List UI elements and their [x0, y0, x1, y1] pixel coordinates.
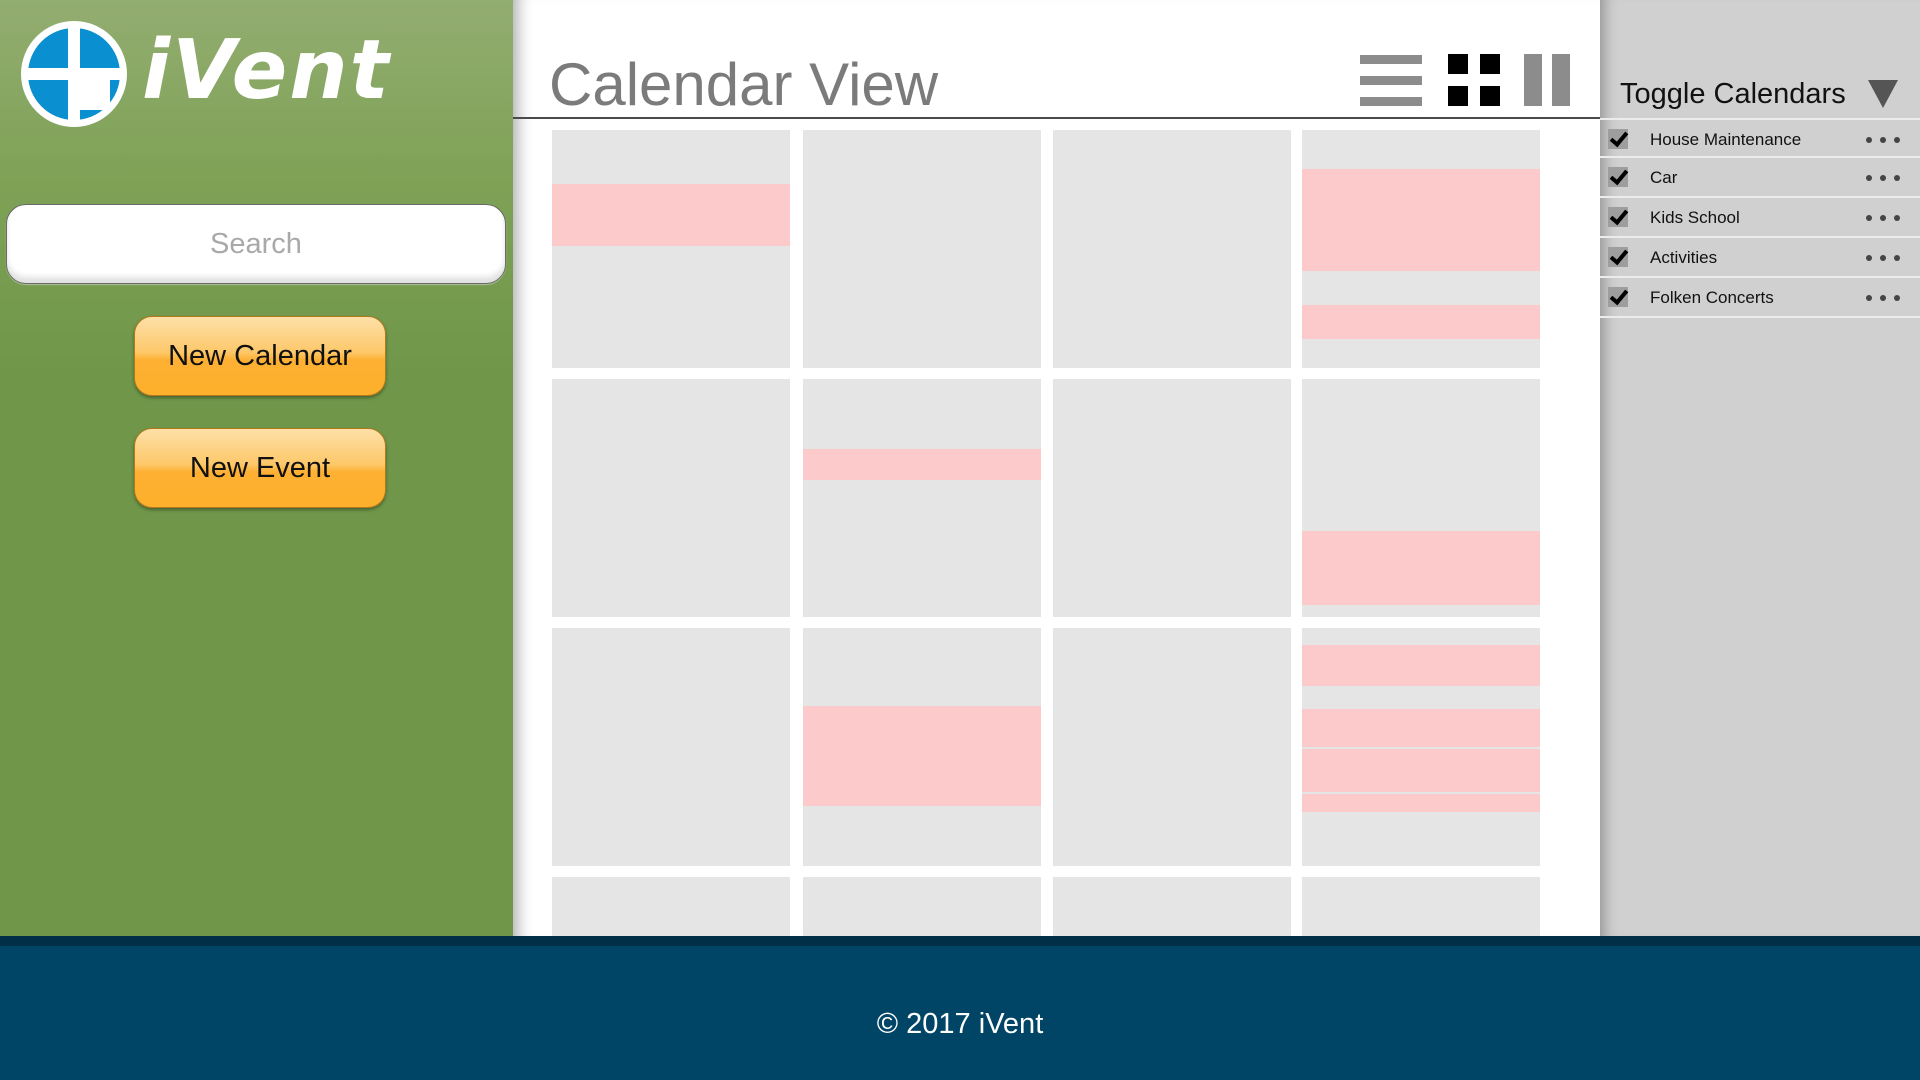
calendar-label: House Maintenance: [1650, 130, 1802, 149]
more-options-icon[interactable]: [1866, 290, 1902, 304]
calendar-grid: [513, 0, 1600, 936]
calendar-list-item: Kids School: [1600, 198, 1920, 238]
calendar-list-item: Folken Concerts: [1600, 278, 1920, 318]
app-logo[interactable]: iVent: [18, 18, 418, 133]
calendar-checkbox[interactable]: [1608, 287, 1628, 307]
calendar-cell[interactable]: [1053, 379, 1291, 617]
column-view-icon[interactable]: [1524, 54, 1572, 106]
calendar-main: Calendar View: [513, 0, 1600, 936]
calendar-list: House Maintenance Car Kids School Activi…: [1600, 118, 1920, 318]
grid-view-icon[interactable]: [1448, 54, 1500, 106]
calendar-list-item: Car: [1600, 158, 1920, 198]
calendar-cell[interactable]: [1302, 130, 1540, 368]
footer: © 2017 iVent: [0, 936, 1920, 1080]
new-calendar-button[interactable]: New Calendar: [134, 316, 386, 396]
search-input[interactable]: [6, 204, 506, 284]
calendar-label: Kids School: [1650, 208, 1740, 227]
calendar-checkbox[interactable]: [1608, 247, 1628, 267]
left-sidebar: iVent New Calendar New Event: [0, 0, 513, 936]
copyright-text: © 2017 iVent: [876, 1008, 1044, 1040]
toggle-calendars-panel: Toggle Calendars House Maintenance Car K…: [1600, 0, 1920, 936]
calendar-cell[interactable]: [803, 379, 1041, 617]
calendar-event[interactable]: [1302, 794, 1540, 812]
calendar-checkbox[interactable]: [1608, 167, 1628, 187]
more-options-icon[interactable]: [1866, 250, 1902, 264]
logo-cross-icon: [21, 21, 127, 127]
calendar-cell[interactable]: [552, 130, 790, 368]
new-event-button[interactable]: New Event: [134, 428, 386, 508]
calendar-cell[interactable]: [552, 379, 790, 617]
calendar-label: Folken Concerts: [1650, 288, 1774, 307]
calendar-list-item: Activities: [1600, 238, 1920, 278]
toggle-calendars-title: Toggle Calendars: [1620, 78, 1846, 110]
calendar-event[interactable]: [803, 706, 1041, 806]
calendar-checkbox[interactable]: [1608, 129, 1628, 149]
more-options-icon[interactable]: [1866, 170, 1902, 184]
list-view-icon[interactable]: [1360, 54, 1422, 106]
calendar-cell[interactable]: [1053, 628, 1291, 866]
page-title: Calendar View: [549, 51, 939, 118]
calendar-event[interactable]: [1302, 169, 1540, 271]
header-divider: [513, 117, 1600, 119]
calendar-cell[interactable]: [552, 628, 790, 866]
calendar-event[interactable]: [1302, 645, 1540, 686]
more-options-icon[interactable]: [1866, 132, 1902, 146]
calendar-event[interactable]: [1302, 305, 1540, 339]
more-options-icon[interactable]: [1866, 210, 1902, 224]
calendar-cell[interactable]: [1302, 628, 1540, 866]
calendar-cell[interactable]: [552, 877, 790, 936]
calendar-event[interactable]: [1302, 749, 1540, 792]
calendar-list-item: House Maintenance: [1600, 118, 1920, 158]
calendar-cell[interactable]: [1302, 877, 1540, 936]
calendar-cell[interactable]: [803, 628, 1041, 866]
calendar-label: Activities: [1650, 248, 1718, 267]
calendar-cell[interactable]: [803, 877, 1041, 936]
calendar-event[interactable]: [803, 449, 1041, 480]
calendar-label: Car: [1650, 168, 1678, 187]
calendar-cell[interactable]: [1053, 130, 1291, 368]
logo-text: iVent: [142, 23, 391, 118]
toggle-calendars-header[interactable]: Toggle Calendars: [1600, 74, 1920, 118]
calendar-event[interactable]: [1302, 709, 1540, 747]
calendar-event[interactable]: [1302, 531, 1540, 605]
calendar-checkbox[interactable]: [1608, 207, 1628, 227]
chevron-down-icon[interactable]: [1868, 80, 1898, 108]
calendar-event[interactable]: [552, 184, 790, 246]
calendar-cell[interactable]: [1053, 877, 1291, 936]
calendar-cell[interactable]: [803, 130, 1041, 368]
calendar-cell[interactable]: [1302, 379, 1540, 617]
